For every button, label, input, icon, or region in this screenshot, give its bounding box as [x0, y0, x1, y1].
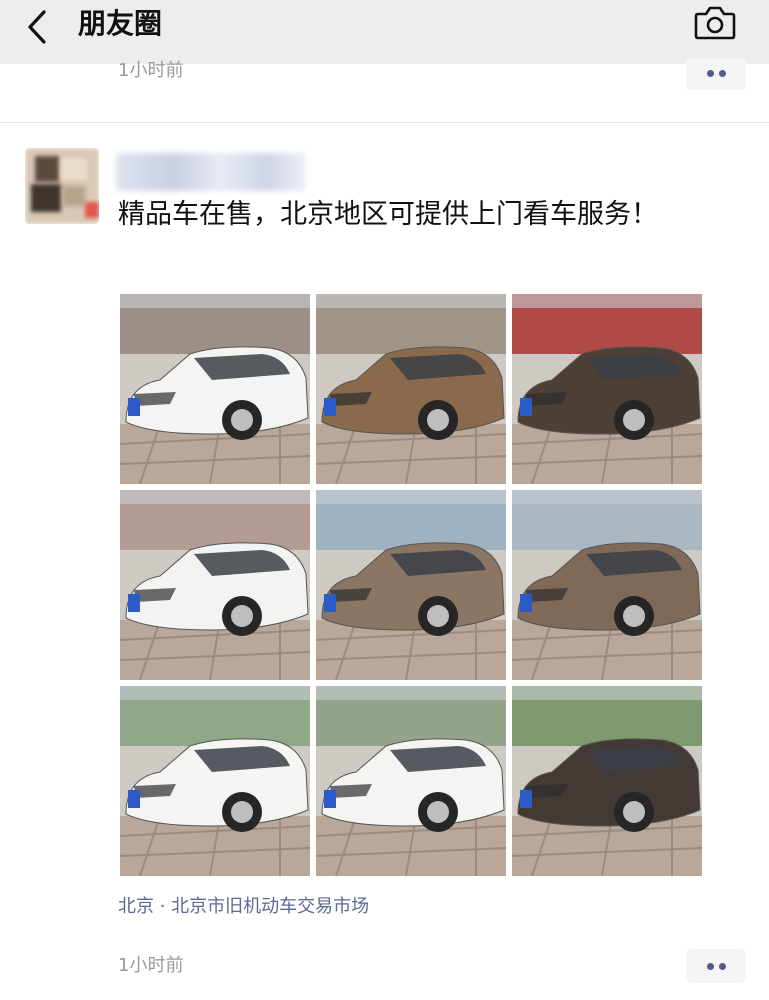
chevron-left-icon — [28, 10, 46, 44]
avatar-pixel — [31, 184, 61, 212]
avatar-pixel — [85, 202, 99, 218]
more-dots-icon — [707, 963, 714, 970]
post-photo-white-crossover[interactable] — [316, 686, 506, 876]
more-dots-icon-dot — [719, 963, 726, 970]
post-photo-white-hatchback[interactable] — [120, 490, 310, 680]
location-link[interactable]: 北京 · 北京市旧机动车交易市场 — [118, 894, 369, 920]
previous-post-time: 1小时前 — [118, 60, 184, 80]
poster-name-blurred[interactable] — [116, 153, 306, 191]
post-photo-white-suv[interactable] — [120, 294, 310, 484]
post-photo-white-sedan[interactable] — [120, 686, 310, 876]
back-button[interactable] — [18, 6, 58, 50]
previous-post-more-button[interactable] — [686, 58, 746, 90]
post-photo-bronze-suv[interactable] — [316, 294, 506, 484]
avatar[interactable] — [25, 148, 99, 224]
more-dots-icon — [707, 70, 714, 77]
post-photo-dark-sedan[interactable] — [512, 686, 702, 876]
post-more-button[interactable] — [686, 949, 746, 983]
post-photo-bronze-sedan[interactable] — [316, 490, 506, 680]
more-dots-icon-dot — [719, 70, 726, 77]
camera-icon — [694, 6, 736, 40]
avatar-pixel — [35, 156, 59, 182]
avatar-pixel — [61, 158, 87, 180]
post-photo-bronze-sedan[interactable] — [512, 490, 702, 680]
page-title: 朋友圈 — [78, 7, 163, 40]
photo-grid — [120, 294, 704, 876]
avatar-pixel — [63, 186, 85, 206]
camera-button[interactable] — [692, 4, 738, 42]
post-divider — [0, 122, 769, 123]
navbar: 朋友圈 — [0, 0, 769, 64]
post-text: 精品车在售，北京地区可提供上门看车服务！ — [118, 199, 658, 230]
post-time: 1小时前 — [118, 955, 184, 976]
post-photo-dark-brown-suv[interactable] — [512, 294, 702, 484]
